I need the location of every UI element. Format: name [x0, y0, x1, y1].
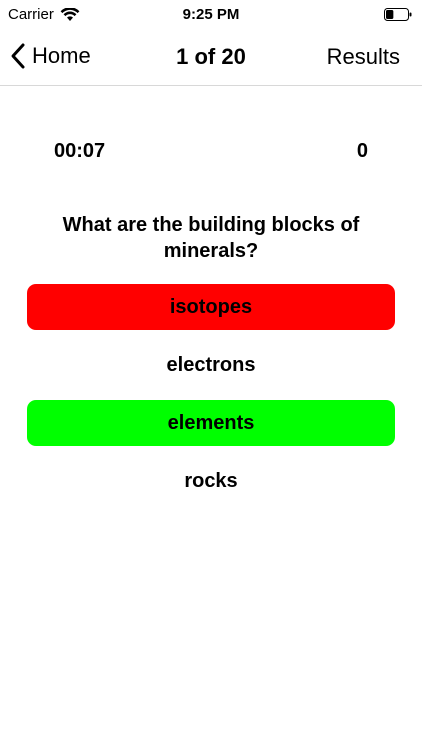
- results-button[interactable]: Results: [327, 44, 400, 70]
- answer-label: elements: [167, 411, 255, 434]
- score: 0: [356, 140, 368, 162]
- battery-level: [386, 10, 394, 19]
- status-bar: Carrier 9:25 PM: [0, 0, 422, 30]
- status-time: 9:25 PM: [182, 6, 240, 23]
- answer-option-1[interactable]: isotopes: [27, 284, 395, 330]
- navigation-bar: Home 1 of 20 Results: [0, 30, 422, 86]
- battery-icon: [384, 8, 412, 21]
- question-text: What are the building blocks of minerals…: [62, 214, 360, 262]
- answer-option-3[interactable]: elements: [27, 400, 395, 446]
- answer-option-4[interactable]: rocks: [27, 458, 395, 504]
- answer-label: electrons: [166, 353, 256, 376]
- timer: 00:07: [54, 140, 106, 162]
- answer-label: rocks: [184, 469, 238, 492]
- answer-option-2[interactable]: electrons: [27, 342, 395, 388]
- answer-label: isotopes: [169, 295, 253, 318]
